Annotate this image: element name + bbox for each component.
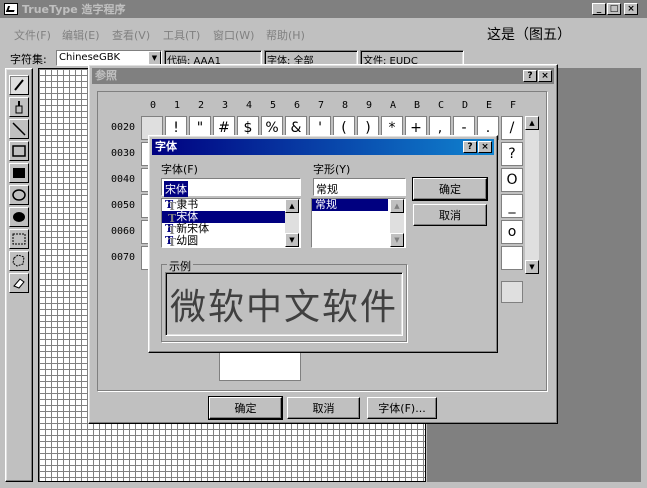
ellipse-filled-icon[interactable] [9,207,29,227]
scroll-up-button[interactable]: ▲ [525,116,539,130]
char-table-scrollbar[interactable]: ▲ ▼ [525,116,539,274]
column-header: 3 [221,100,229,111]
menu-window[interactable]: 窗口(W) [213,27,254,43]
toolbox [5,68,33,482]
list-item[interactable]: 常规 [312,199,388,211]
font-dialog: 字体 ? × 字体(F) 宋体 T隶书T宋体T新宋体T幼圆 ▲ ▼ 字形(Y) … [148,135,498,353]
line-icon[interactable] [9,119,29,139]
column-header: A [389,100,397,111]
close-button[interactable]: × [624,3,638,15]
maximize-button[interactable]: □ [607,3,621,15]
char-cell[interactable]: o [501,220,523,244]
menu-view[interactable]: 查看(V) [112,27,150,43]
cancel-button[interactable]: 取消 [413,204,487,226]
list-item[interactable]: T幼圆 [162,235,285,248]
font-label: 字体(F) [161,163,198,176]
chevron-down-icon[interactable]: ▼ [148,51,161,65]
char-cell[interactable]: _ [501,194,523,218]
font-button[interactable]: 字体(F)... [367,397,437,419]
column-header: 1 [173,100,181,111]
pencil-icon[interactable] [9,75,29,95]
menu-file[interactable]: 文件(F) [14,27,51,43]
charset-label: 字符集: [10,53,47,66]
column-header: 5 [269,100,277,111]
rectangle-outline-icon[interactable] [9,141,29,161]
font-list-scrollbar[interactable]: ▲ ▼ [285,199,299,247]
truetype-icon: T [165,235,176,248]
minimize-button[interactable]: _ [592,3,606,15]
brush-icon[interactable] [9,97,29,117]
style-list[interactable]: 常规 ▲ ▼ [311,198,406,248]
style-label: 字形(Y) [313,163,351,176]
help-button[interactable]: ? [523,70,537,82]
column-header: 7 [317,100,325,111]
column-header: F [509,100,517,111]
menu-edit[interactable]: 编辑(E) [62,27,100,43]
row-header: 0030 [111,148,136,159]
column-header: 4 [245,100,253,111]
column-header: 0 [149,100,157,111]
column-header: B [413,100,421,111]
column-header: D [461,100,469,111]
rectangle-filled-icon[interactable] [9,163,29,183]
row-header: 0050 [111,200,136,211]
help-button[interactable]: ? [463,141,477,153]
ellipse-outline-icon[interactable] [9,185,29,205]
font-dialog-title: 字体 [155,140,177,153]
caption-right: 这是（图五） [487,27,571,43]
menu-tools[interactable]: 工具(T) [163,27,200,43]
cancel-button[interactable]: 取消 [287,397,360,419]
close-button[interactable]: × [478,141,492,153]
row-header: 0060 [111,226,136,237]
ok-button[interactable]: 确定 [412,177,488,201]
style-input[interactable]: 常规 [313,178,406,196]
column-header: C [437,100,445,111]
column-header: 2 [197,100,205,111]
scroll-up-button[interactable]: ▲ [390,199,404,213]
font-list[interactable]: T隶书T宋体T新宋体T幼圆 ▲ ▼ [161,198,301,248]
font-input[interactable]: 宋体 [161,178,301,197]
column-header: 9 [365,100,373,111]
menu-help[interactable]: 帮助(H) [266,27,305,43]
row-header: 0070 [111,252,136,263]
sample-preview: 微软中文软件 [165,272,403,336]
font-title-bar[interactable]: 字体 ? × [152,139,494,155]
char-cell[interactable]: ? [501,142,523,166]
eraser-icon[interactable] [9,273,29,293]
close-button[interactable]: × [538,70,552,82]
scroll-down-button[interactable]: ▼ [285,233,299,247]
row-header: 0040 [111,174,136,185]
main-title-bar[interactable]: TrueType 造字程序 _ □ × [0,0,647,18]
column-header: 8 [341,100,349,111]
char-cell[interactable]: / [501,116,523,140]
row-header: 0020 [111,122,136,133]
char-cell[interactable] [501,246,523,270]
select-freeform-icon[interactable] [9,251,29,271]
column-header: 6 [293,100,301,111]
scroll-down-button[interactable]: ▼ [390,233,404,247]
preview-box-right [501,281,523,303]
style-list-scrollbar[interactable]: ▲ ▼ [390,199,404,247]
select-rect-icon[interactable] [9,229,29,249]
ok-button[interactable]: 确定 [208,396,283,420]
scroll-up-button[interactable]: ▲ [285,199,299,213]
column-header: E [485,100,493,111]
char-cell[interactable]: O [501,168,523,192]
app-title: TrueType 造字程序 [22,3,126,16]
reference-title-bar[interactable]: 参照 ? × [92,68,554,84]
app-icon [4,3,18,15]
menu-bar: 文件(F) 编辑(E) 查看(V) 工具(T) 窗口(W) 帮助(H) 这是（图… [0,18,647,44]
scroll-down-button[interactable]: ▼ [525,260,539,274]
preview-box [219,351,301,381]
reference-title: 参照 [95,69,117,82]
